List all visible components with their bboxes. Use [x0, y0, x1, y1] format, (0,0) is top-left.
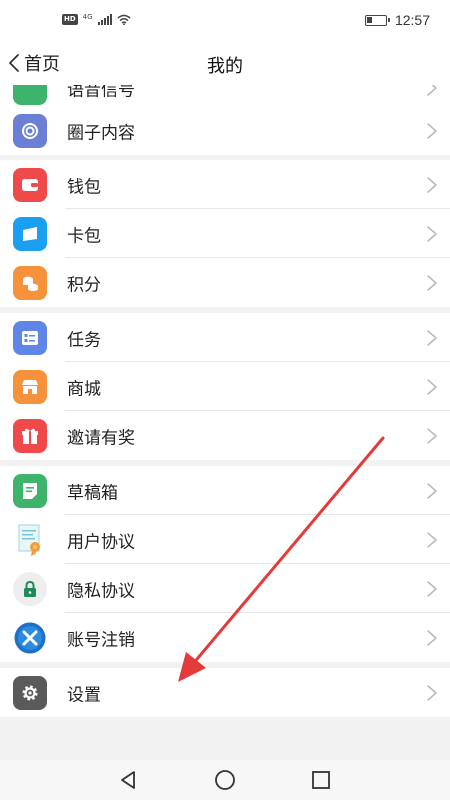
store-icon	[13, 369, 47, 404]
menu-item-user-agreement[interactable]: 用户协议	[0, 515, 450, 564]
chevron-right-icon	[427, 378, 437, 395]
menu-item-invite-reward[interactable]: 邀请有奖	[0, 411, 450, 460]
chevron-right-icon	[427, 274, 437, 291]
coins-icon	[13, 265, 47, 300]
card-icon	[13, 216, 47, 251]
task-list-icon	[13, 320, 47, 355]
menu-item-mall[interactable]: 商城	[0, 362, 450, 411]
menu-item-settings[interactable]: 设置	[0, 668, 450, 717]
chevron-right-icon	[427, 427, 437, 444]
close-circle-icon	[13, 621, 47, 655]
status-bar: HD 4G 12:57	[0, 0, 450, 40]
menu-item-account-cancel[interactable]: 账号注销	[0, 613, 450, 662]
chevron-right-icon	[427, 684, 437, 701]
chevron-right-icon	[427, 176, 437, 193]
menu-item-label: 设置	[67, 685, 101, 705]
back-triangle-icon[interactable]	[116, 768, 140, 792]
menu-item-label: 卡包	[67, 226, 101, 246]
menu-item-label: 钱包	[67, 177, 101, 197]
network-type: 4G	[82, 13, 93, 21]
menu-item-label: 邀请有奖	[67, 428, 135, 448]
menu-item-card-wallet[interactable]: 卡包	[0, 209, 450, 258]
app-icon	[13, 85, 47, 105]
menu-item-privacy-policy[interactable]: 隐私协议	[0, 564, 450, 613]
menu-item-drafts[interactable]: 草稿箱	[0, 466, 450, 515]
menu-item-label: 任务	[67, 330, 101, 350]
menu-list: 语音信号 圈子内容 钱包 卡包 积分 任务 商城 邀请有奖 草稿箱 用户协议 隐…	[0, 85, 450, 760]
menu-item-label: 语音信号	[67, 85, 135, 100]
menu-item-label: 商城	[67, 379, 101, 399]
system-nav-bar	[0, 760, 450, 800]
wifi-icon	[117, 14, 131, 25]
chevron-right-icon	[427, 629, 437, 646]
gift-icon	[13, 418, 47, 453]
chevron-right-icon	[427, 531, 437, 548]
hd-badge: HD	[62, 14, 78, 25]
menu-item-circle-content[interactable]: 圈子内容	[0, 106, 450, 155]
lock-icon	[13, 571, 47, 606]
chevron-right-icon	[427, 85, 437, 96]
chevron-right-icon	[427, 122, 437, 139]
recents-square-icon[interactable]	[309, 768, 333, 792]
chevron-right-icon	[427, 225, 437, 242]
menu-item-wallet[interactable]: 钱包	[0, 160, 450, 209]
home-circle-icon[interactable]	[213, 768, 237, 792]
certificate-icon	[13, 523, 47, 557]
chevron-right-icon	[427, 482, 437, 499]
menu-item-label: 用户协议	[67, 532, 135, 552]
menu-item-label: 积分	[67, 275, 101, 295]
wallet-icon	[13, 167, 47, 202]
signal-icon	[97, 14, 112, 25]
menu-item-points[interactable]: 积分	[0, 258, 450, 307]
status-time: 12:57	[394, 12, 430, 28]
menu-item-label: 圈子内容	[67, 123, 135, 143]
status-right: 12:57	[364, 12, 430, 28]
draft-icon	[13, 473, 47, 508]
battery-fill	[366, 16, 372, 23]
status-indicators: HD 4G	[62, 13, 131, 25]
menu-item-label: 账号注销	[67, 630, 135, 650]
menu-item-label: 隐私协议	[67, 581, 135, 601]
menu-item-tasks[interactable]: 任务	[0, 313, 450, 362]
gear-icon	[13, 675, 47, 710]
battery-icon	[364, 14, 390, 26]
menu-item-label: 草稿箱	[67, 483, 118, 503]
chevron-right-icon	[427, 580, 437, 597]
spiral-icon	[13, 113, 47, 148]
page-title: 我的	[207, 56, 243, 77]
chevron-right-icon	[427, 329, 437, 346]
nav-bar: 首页 我的	[0, 40, 450, 85]
